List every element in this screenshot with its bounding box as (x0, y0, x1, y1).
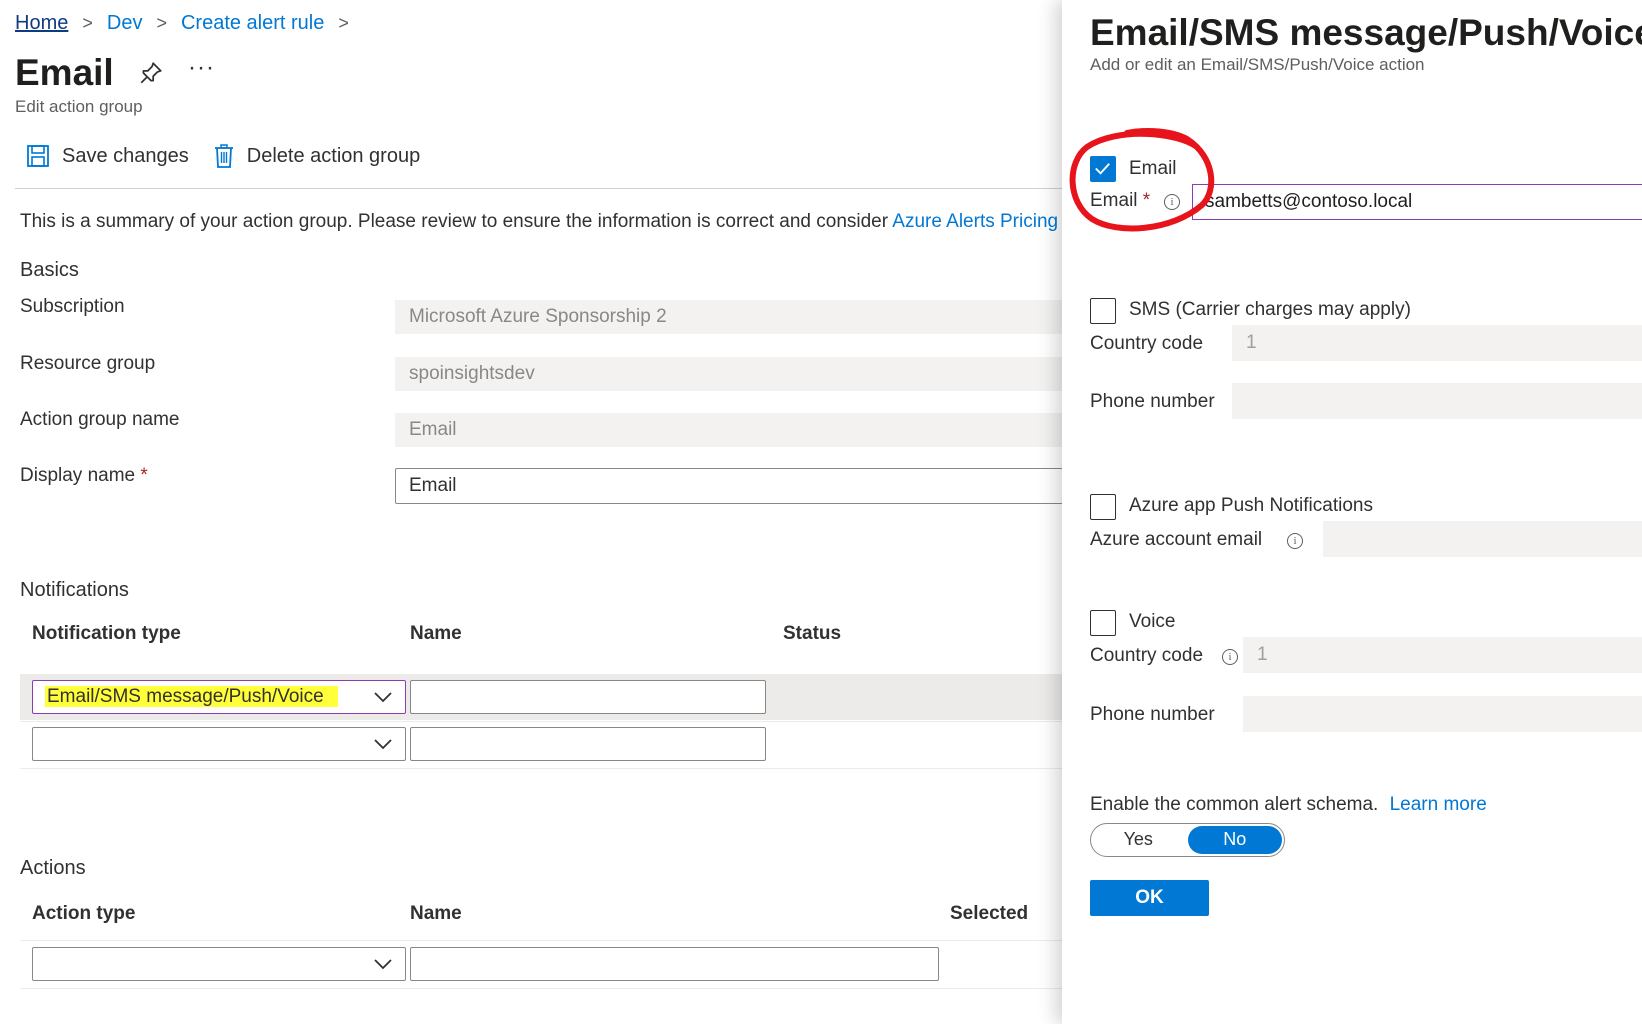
basics-heading: Basics (20, 259, 79, 281)
save-changes-button[interactable]: Save changes (26, 144, 189, 168)
resource-group-label: Resource group (20, 353, 156, 374)
command-bar: Save changes Delete action group (26, 144, 432, 168)
chevron-right-icon: > (338, 13, 349, 33)
delete-action-group-label: Delete action group (246, 144, 421, 167)
voice-phone-number-label: Phone number (1090, 704, 1215, 725)
subscription-label: Subscription (20, 296, 125, 317)
page-title: Email (15, 52, 114, 93)
actions-heading: Actions (20, 857, 86, 879)
row-divider (20, 721, 1065, 722)
save-icon (27, 145, 49, 167)
toggle-no-option[interactable]: No (1187, 826, 1282, 854)
sms-checkbox[interactable] (1090, 298, 1116, 324)
chevron-down-icon (374, 739, 392, 750)
learn-more-link[interactable]: Learn more (1390, 794, 1487, 815)
email-sms-push-voice-panel: Email/SMS message/Push/Voice Add or edit… (1062, 0, 1642, 1024)
voice-checkbox-label: Voice (1129, 611, 1176, 632)
chevron-right-icon: > (156, 13, 167, 33)
info-icon[interactable]: i (1287, 533, 1303, 549)
breadcrumb: Home > Dev > Create alert rule > (15, 12, 349, 35)
sms-checkbox-label: SMS (Carrier charges may apply) (1129, 299, 1411, 320)
pin-icon[interactable] (138, 60, 164, 86)
row-divider (20, 988, 1065, 989)
save-changes-label: Save changes (62, 144, 189, 167)
action-group-name-field: Email (395, 413, 1075, 447)
trash-icon (214, 144, 233, 168)
chevron-right-icon: > (82, 13, 93, 33)
subscription-field: Microsoft Azure Sponsorship 2 (395, 300, 1075, 334)
info-icon[interactable]: i (1222, 649, 1238, 665)
display-name-input[interactable]: Email (395, 468, 1075, 504)
breadcrumb-dev[interactable]: Dev (107, 12, 143, 35)
action-name-input[interactable] (410, 947, 939, 981)
required-asterisk: * (140, 465, 148, 486)
push-notifications-checkbox-label: Azure app Push Notifications (1129, 495, 1373, 516)
notification-type-value: Email/SMS message/Push/Voice (45, 686, 338, 707)
voice-phone-number-field (1243, 696, 1642, 732)
azure-account-email-field (1323, 521, 1642, 557)
action-selected-header: Selected (950, 903, 1029, 924)
toolbar-divider (15, 188, 1065, 189)
sms-country-code-field: 1 (1232, 325, 1642, 361)
chevron-down-icon (374, 692, 392, 703)
voice-country-code-label: Country code (1090, 645, 1204, 666)
row-divider (20, 768, 1065, 769)
push-notifications-checkbox[interactable] (1090, 494, 1116, 520)
action-group-name-label: Action group name (20, 409, 180, 430)
resource-group-field: spoinsightsdev (395, 357, 1075, 391)
action-type-header: Action type (32, 903, 136, 924)
breadcrumb-create-alert-rule[interactable]: Create alert rule (181, 12, 324, 35)
azure-account-email-label: Azure account email (1090, 529, 1263, 550)
common-alert-schema-toggle: Yes No (1090, 823, 1285, 857)
more-options-button[interactable]: ··· (188, 54, 215, 82)
sms-phone-number-label: Phone number (1090, 391, 1215, 412)
action-name-header: Name (410, 903, 462, 924)
voice-checkbox[interactable] (1090, 610, 1116, 636)
summary-text: This is a summary of your action group. … (20, 211, 1059, 232)
common-alert-schema-text: Enable the common alert schema. Learn mo… (1090, 794, 1487, 815)
toggle-yes-option[interactable]: Yes (1091, 824, 1186, 856)
notification-name-header: Name (410, 623, 462, 644)
sms-country-code-label: Country code (1090, 333, 1204, 354)
azure-alerts-pricing-link[interactable]: Azure Alerts Pricing (892, 211, 1058, 232)
row-divider (20, 940, 1065, 941)
notification-name-input[interactable] (410, 680, 766, 714)
notification-type-header: Notification type (32, 623, 181, 644)
delete-action-group-button[interactable]: Delete action group (213, 144, 420, 168)
page-subtitle: Edit action group (15, 97, 143, 116)
panel-subtitle: Add or edit an Email/SMS/Push/Voice acti… (1090, 55, 1425, 74)
action-type-dropdown[interactable] (32, 947, 406, 981)
ok-button[interactable]: OK (1090, 880, 1209, 916)
display-name-label: Display name * (20, 465, 148, 486)
notification-name-input-empty[interactable] (410, 727, 766, 761)
panel-title: Email/SMS message/Push/Voice (1090, 12, 1642, 53)
voice-country-code-field: 1 (1243, 637, 1642, 673)
notification-status-header: Status (783, 623, 842, 644)
red-circle-annotation (1069, 128, 1215, 232)
email-input[interactable]: sambetts@contoso.local (1192, 184, 1642, 220)
notification-type-dropdown[interactable]: Email/SMS message/Push/Voice (32, 680, 406, 714)
breadcrumb-home[interactable]: Home (15, 12, 68, 35)
notification-type-dropdown-empty[interactable] (32, 727, 406, 761)
sms-phone-number-field (1232, 383, 1642, 419)
notifications-heading: Notifications (20, 579, 129, 601)
chevron-down-icon (374, 959, 392, 970)
